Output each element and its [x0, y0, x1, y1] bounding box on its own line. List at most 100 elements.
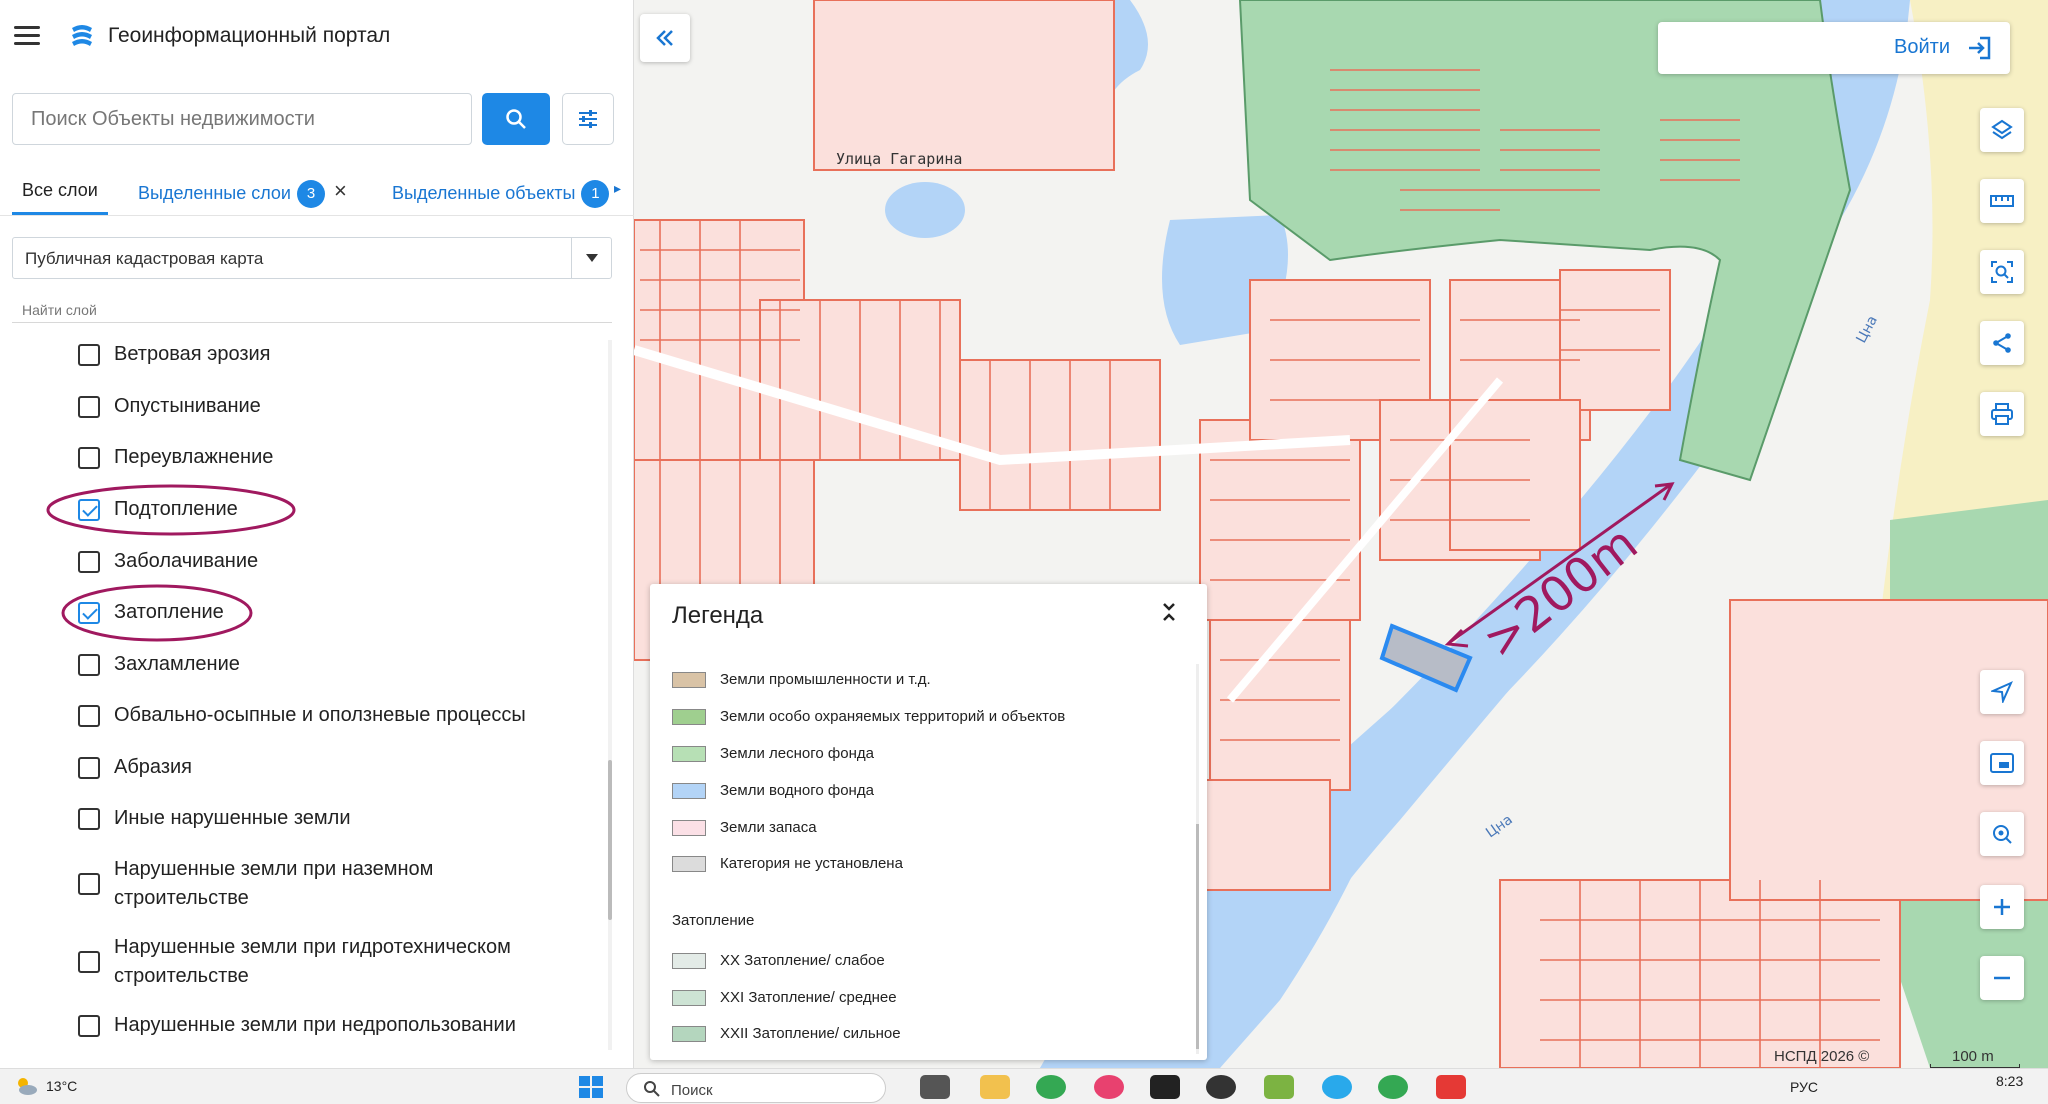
search-location-button[interactable] [1980, 812, 2024, 856]
map-attribution: НСПД 2026 © [1774, 1048, 1870, 1065]
minimap-icon [1990, 753, 2014, 773]
active-tab-indicator [12, 212, 108, 215]
layer-label: Переувлажнение [114, 446, 274, 468]
tab-selected-layers-label: Выделенные слои [138, 182, 291, 203]
legend-swatch [672, 952, 706, 969]
layer-checkbox[interactable] [78, 343, 100, 366]
find-layer-label[interactable]: Найти слой [22, 302, 97, 318]
search-input[interactable] [13, 94, 471, 144]
layer-checkbox[interactable] [78, 446, 100, 469]
app-icon[interactable] [1264, 1075, 1294, 1099]
layer-checkbox[interactable] [78, 807, 100, 830]
legend-title: Легенда [672, 602, 764, 629]
layer-checkbox[interactable] [78, 756, 100, 779]
legend-row: Категория не установлена [672, 855, 903, 872]
layer-checkbox[interactable] [78, 550, 100, 573]
windows-start-icon[interactable] [578, 1075, 608, 1099]
chrome-icon[interactable] [1378, 1075, 1408, 1099]
minus-icon [1994, 976, 2010, 980]
layer-item[interactable]: Опустынивание [78, 392, 608, 421]
portal-logo-icon [72, 25, 92, 46]
layer-item[interactable]: Нарушенные земли при гидротехническом ст… [78, 933, 608, 991]
filter-button[interactable] [562, 93, 614, 145]
layer-item[interactable]: Заболачивание [78, 547, 608, 576]
chrome-icon[interactable] [1036, 1075, 1066, 1099]
app-icon[interactable] [1206, 1075, 1236, 1099]
tab-all-layers[interactable]: Все слои [22, 180, 98, 201]
layer-item[interactable]: Подтопление [78, 495, 608, 524]
task-view-icon[interactable] [920, 1075, 950, 1099]
layer-checkbox-checked[interactable] [78, 498, 100, 521]
sidebar: Геоинформационный портал Все слои [0, 0, 634, 1068]
selection-search-icon [1991, 261, 2013, 283]
layer-item[interactable]: Ветровая эрозия [78, 340, 608, 369]
clear-selected-layers-icon[interactable]: × [334, 178, 347, 204]
tab-selected-layers[interactable]: Выделенные слои 3 [138, 180, 325, 208]
layer-checkbox[interactable] [78, 395, 100, 418]
layer-checkbox[interactable] [78, 1014, 100, 1037]
layer-item[interactable]: Затопление [78, 598, 608, 627]
legend-label: Земли запаса [720, 819, 817, 836]
measure-tool-button[interactable] [1980, 179, 2024, 223]
weather-widget[interactable]: 13°C [14, 1075, 77, 1097]
taskbar-search-icon [644, 1081, 660, 1097]
layer-checkbox[interactable] [78, 951, 100, 973]
dropdown-arrow-icon [571, 238, 611, 278]
login-label: Войти [1894, 36, 1950, 58]
layer-item[interactable]: Захламление [78, 650, 608, 679]
layer-item[interactable]: Абразия [78, 753, 608, 782]
app-title: Геоинформационный портал [108, 24, 391, 47]
minimap-button[interactable] [1980, 741, 2024, 785]
legend-swatch [672, 708, 706, 725]
menu-icon[interactable] [14, 26, 40, 46]
layer-tabs: Все слои Выделенные слои 3 × Выделенные о… [0, 166, 634, 216]
app-icon[interactable] [1150, 1075, 1180, 1099]
legend-label: Земли особо охраняемых территорий и объе… [720, 708, 1066, 725]
layers-tool-button[interactable] [1980, 108, 2024, 152]
legend-collapse-icon[interactable] [1162, 602, 1176, 628]
legend-swatch [672, 1025, 706, 1042]
layer-item[interactable]: Обвально-осыпные и оползневые процессы [78, 701, 608, 730]
legend-row: Земли особо охраняемых территорий и объе… [672, 708, 1065, 725]
file-explorer-icon[interactable] [980, 1075, 1010, 1099]
search-box [12, 93, 472, 145]
zoom-in-button[interactable] [1980, 885, 2024, 929]
area-select-tool-button[interactable] [1980, 250, 2024, 294]
layer-checkbox[interactable] [78, 704, 100, 727]
battery-icon[interactable] [1910, 1075, 1930, 1099]
taskbar-search[interactable]: Поиск [626, 1073, 886, 1103]
layer-label: Захламление [114, 653, 240, 675]
geolocation-button[interactable] [1980, 670, 2024, 714]
wifi-icon[interactable] [1850, 1075, 1870, 1099]
print-tool-button[interactable] [1980, 392, 2024, 436]
basemap-select-value: Публичная кадастровая карта [25, 249, 264, 268]
layer-checkbox[interactable] [78, 653, 100, 676]
keyboard-language[interactable]: РУС [1790, 1079, 1818, 1095]
layer-list-scrollbar[interactable] [608, 340, 612, 1050]
tab-selected-objects[interactable]: Выделенные объекты 1 [392, 180, 610, 208]
tab-selected-objects-label: Выделенные объекты [392, 182, 576, 203]
telegram-icon[interactable] [1322, 1075, 1352, 1099]
layer-item[interactable]: Нарушенные земли при недропользовании [78, 1011, 608, 1040]
login-button[interactable]: Войти [1658, 22, 2010, 74]
app-icon[interactable] [1436, 1075, 1466, 1099]
layer-list-scroll-thumb[interactable] [608, 760, 612, 920]
search-button[interactable] [482, 93, 550, 145]
basemap-select[interactable]: Публичная кадастровая карта [12, 237, 612, 279]
browser-icon[interactable] [1094, 1075, 1124, 1099]
tabs-scroll-right-icon[interactable]: ▸ [614, 180, 621, 197]
share-tool-button[interactable] [1980, 321, 2024, 365]
zoom-out-button[interactable] [1980, 956, 2024, 1000]
layer-label: Абразия [114, 756, 192, 778]
legend-swatch [672, 745, 706, 762]
layer-item[interactable]: Иные нарушенные земли [78, 804, 608, 833]
layer-checkbox-checked[interactable] [78, 601, 100, 624]
volume-icon[interactable] [1880, 1075, 1900, 1099]
layer-item[interactable]: Переувлажнение [78, 443, 608, 472]
collapse-sidebar-button[interactable] [640, 14, 690, 62]
layer-label: Нарушенные земли при недропользовании [114, 1014, 516, 1036]
clock-time[interactable]: 8:23 [1996, 1073, 2023, 1089]
legend-scroll-thumb[interactable] [1196, 824, 1199, 1049]
layer-item[interactable]: Нарушенные земли при наземном строительс… [78, 855, 608, 913]
layer-checkbox[interactable] [78, 873, 100, 895]
